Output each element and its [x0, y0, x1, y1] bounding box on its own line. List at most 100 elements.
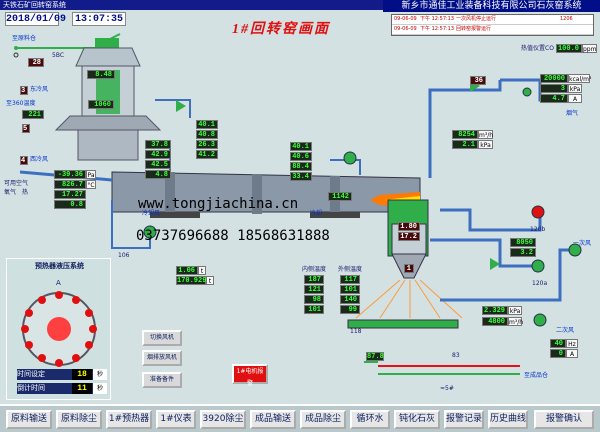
- label-sbc-bottom: ≈5#: [440, 385, 454, 392]
- label-air: 氧气: [4, 189, 17, 196]
- label-west-fan: 西冷风: [30, 156, 49, 163]
- label-primary-air: 一次风: [573, 240, 592, 247]
- label-hot-air: 可用空气: [4, 180, 29, 187]
- set-time-row[interactable]: 时间设定 18 秒: [17, 369, 107, 380]
- exhaust-pipe: [428, 80, 502, 178]
- countdown-row: 倒计时间 11 秒: [17, 383, 107, 394]
- nav-history-curves[interactable]: 历史曲线: [488, 410, 528, 429]
- preheater-top: [75, 47, 141, 67]
- countdown-value: 11: [72, 383, 92, 394]
- feed-rate: 1.06: [176, 266, 198, 275]
- kiln-head-temp: 17.2: [398, 232, 420, 241]
- nav-circulating-water[interactable]: 循环水: [350, 410, 390, 429]
- feed-hopper: [95, 38, 119, 48]
- valve-icon: [176, 100, 186, 112]
- hydraulic-title: 预热器液压系统: [35, 262, 84, 270]
- temp-2: 42.9: [145, 150, 171, 159]
- label-preheat: 至360温度: [6, 100, 36, 107]
- kiln-head-pressure: 1.80: [398, 222, 420, 231]
- kiln-temp: 1142: [328, 192, 352, 201]
- fan120-flow: 8050: [510, 238, 536, 247]
- inner-temp-4: 101: [304, 305, 324, 314]
- flow-2: 2.1: [452, 140, 478, 149]
- air-pipe: [440, 208, 520, 232]
- coal-status: 1: [404, 264, 414, 273]
- outer-temp-1: 117: [340, 275, 360, 284]
- total-feed: 170.929: [176, 276, 207, 285]
- exhaust-flow: 20000: [540, 74, 568, 83]
- west-fan-status: 4: [20, 156, 28, 165]
- bottom-hz: 40: [550, 339, 566, 348]
- set-time-value[interactable]: 18: [72, 369, 92, 380]
- kiln-inlet-co: 0.8: [54, 200, 86, 209]
- smoke-exhaust-button[interactable]: 烟排放风机: [142, 350, 182, 366]
- nav-3920-dust[interactable]: 3920除尘: [200, 410, 246, 429]
- label-to-product: 至成品仓: [524, 372, 549, 379]
- mid-1: 40.1: [196, 120, 218, 129]
- label-air2: 热: [22, 189, 29, 196]
- nav-raw-transport[interactable]: 原料输送: [6, 410, 52, 429]
- flow-1: 8254: [452, 130, 478, 139]
- bottom-a: 0: [550, 349, 566, 358]
- outer-temp-2: 101: [340, 285, 360, 294]
- label-120a: 120a: [532, 280, 548, 287]
- exhaust-pressure: 3: [540, 84, 568, 93]
- kiln-inlet-temp: 826.7: [54, 180, 86, 189]
- label-83: 83: [452, 352, 460, 359]
- mid-2: 40.8: [196, 130, 218, 139]
- nav-preheater[interactable]: 1#预热器: [106, 410, 152, 429]
- watermark-phone: 03737696688 18568631888: [136, 228, 330, 244]
- sec-air-flow: 4800: [482, 317, 508, 326]
- label-to-raw: 至原料仓: [12, 35, 37, 42]
- fan-icon: [533, 313, 547, 327]
- fan-icon: [531, 205, 545, 219]
- kiln-scada-window: { "window": {"title": "天铁石矿回转窑系统", "cont…: [0, 0, 600, 432]
- label-exhaust: 烟气: [566, 110, 579, 117]
- outer-temp-4: 99: [340, 305, 360, 314]
- s-1: 40.1: [290, 142, 312, 151]
- fan-icon: [531, 259, 545, 273]
- product-feed: 87.8: [366, 352, 384, 361]
- nav-alarm-records[interactable]: 报警记录: [444, 410, 484, 429]
- switch-fan-button[interactable]: 切换风机: [142, 330, 182, 346]
- s-4: 33.4: [290, 172, 312, 181]
- motor-alarm-button[interactable]: 1#电机报警: [232, 364, 268, 387]
- mid-4: 41.2: [196, 150, 218, 159]
- temp-4: 4.8: [145, 170, 171, 179]
- prep-button[interactable]: 准备备件: [142, 372, 182, 388]
- mid-3: 26.3: [196, 140, 218, 149]
- nav-instruments[interactable]: 1#仪表: [156, 410, 196, 429]
- kiln-inlet-pressure: -39.36: [54, 170, 86, 179]
- nav-product-transport[interactable]: 成品输送: [250, 410, 296, 429]
- preheater-level: 8.48: [87, 70, 115, 79]
- label-east-fan: 东冷风: [30, 86, 49, 93]
- s-2: 40.6: [290, 152, 312, 161]
- nav-product-dust[interactable]: 成品除尘: [300, 410, 346, 429]
- label-kiln-head: 冷却: [310, 210, 323, 217]
- kiln-inlet-o2: 17.27: [54, 190, 86, 199]
- inner-temp-2: 121: [304, 285, 324, 294]
- hydraulic-panel: 预热器液压系统 A 时间设定 18 秒 倒计时间 11 秒: [6, 258, 111, 400]
- co-ppm: 100.0: [556, 44, 582, 53]
- preheat-outlet-temp: 221: [22, 110, 44, 119]
- navigation-bar: 原料输送 原料除尘 1#预热器 1#仪表 3920除尘 成品输送 成品除尘 循环…: [0, 404, 600, 432]
- nav-raw-dust[interactable]: 原料除尘: [56, 410, 102, 429]
- nav-passivated-lime[interactable]: 钝化石灰: [394, 410, 440, 429]
- preheater-temp: 1060: [88, 100, 114, 109]
- label-106: 106: [118, 252, 130, 259]
- hydraulic-ring: [21, 291, 97, 367]
- label-118: 118: [350, 328, 362, 335]
- hydraulic-position: A: [56, 279, 61, 287]
- value-5: 5: [22, 124, 30, 133]
- label-secondary-air: 二次风: [556, 327, 575, 334]
- watermark-site: www.tongjiachina.cn: [138, 196, 299, 212]
- nav-alarm-confirm[interactable]: 报警确认: [534, 410, 594, 429]
- label-120b: 120b: [530, 226, 546, 233]
- fan-icon: [522, 87, 532, 97]
- sec-air-pressure: 2.329: [482, 306, 508, 315]
- temp-1: 37.8: [145, 140, 171, 149]
- label-inner-temp: 内侧温度: [302, 266, 327, 273]
- east-fan-status: 3: [20, 86, 28, 95]
- s-3: 88.4: [290, 162, 312, 171]
- value-28: 28: [28, 58, 44, 67]
